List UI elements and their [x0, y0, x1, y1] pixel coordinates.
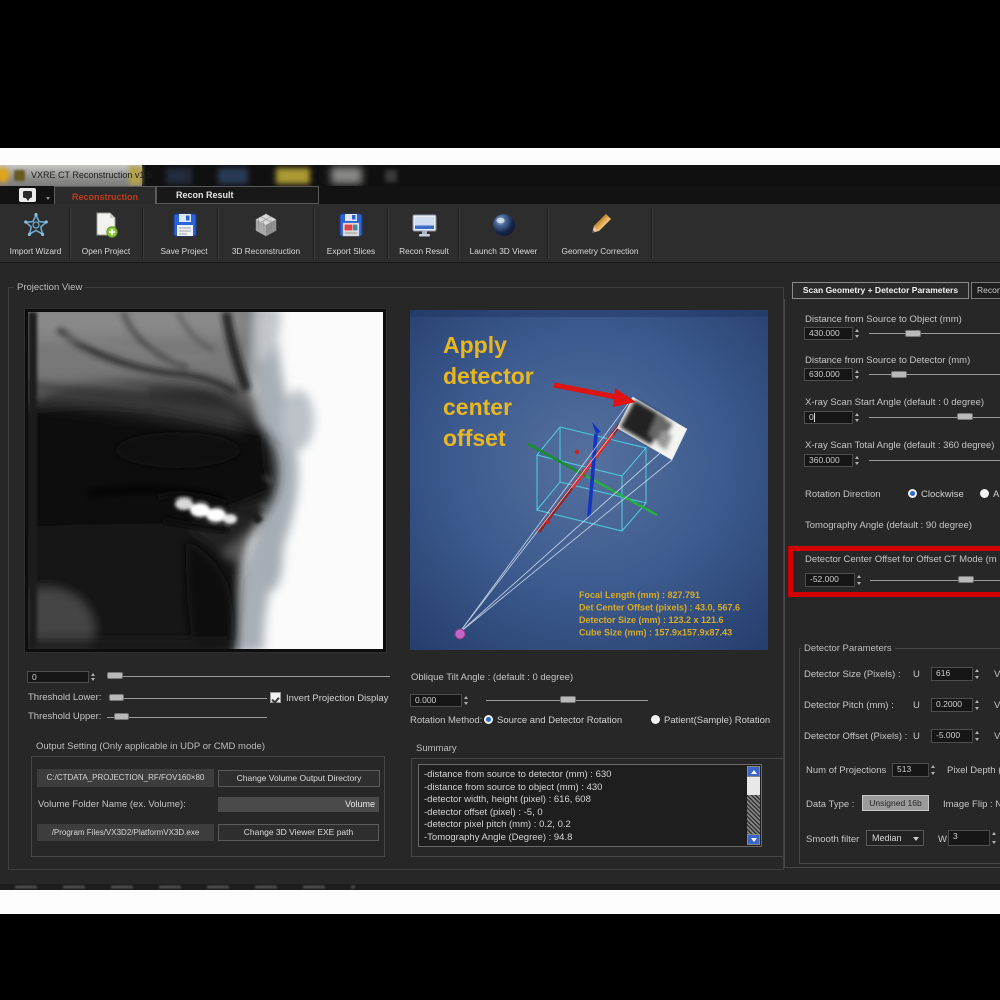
svg-text:Detector Size (mm) : 123.2 x 1: Detector Size (mm) : 123.2 x 121.6	[579, 615, 724, 625]
svg-text:Det Center Offset (pixels) : 4: Det Center Offset (pixels) : 43.0, 567.6	[579, 603, 740, 613]
svg-text:Focal Length (mm) : 827.791: Focal Length (mm) : 827.791	[579, 590, 700, 600]
svg-text:Apply: Apply	[443, 332, 507, 358]
svg-text:Cube Size (mm) : 157.9x157.9x8: Cube Size (mm) : 157.9x157.9x87.43	[579, 628, 732, 638]
svg-text:offset: offset	[443, 425, 506, 451]
svg-text:detector: detector	[443, 363, 534, 389]
svg-text:center: center	[443, 394, 512, 420]
